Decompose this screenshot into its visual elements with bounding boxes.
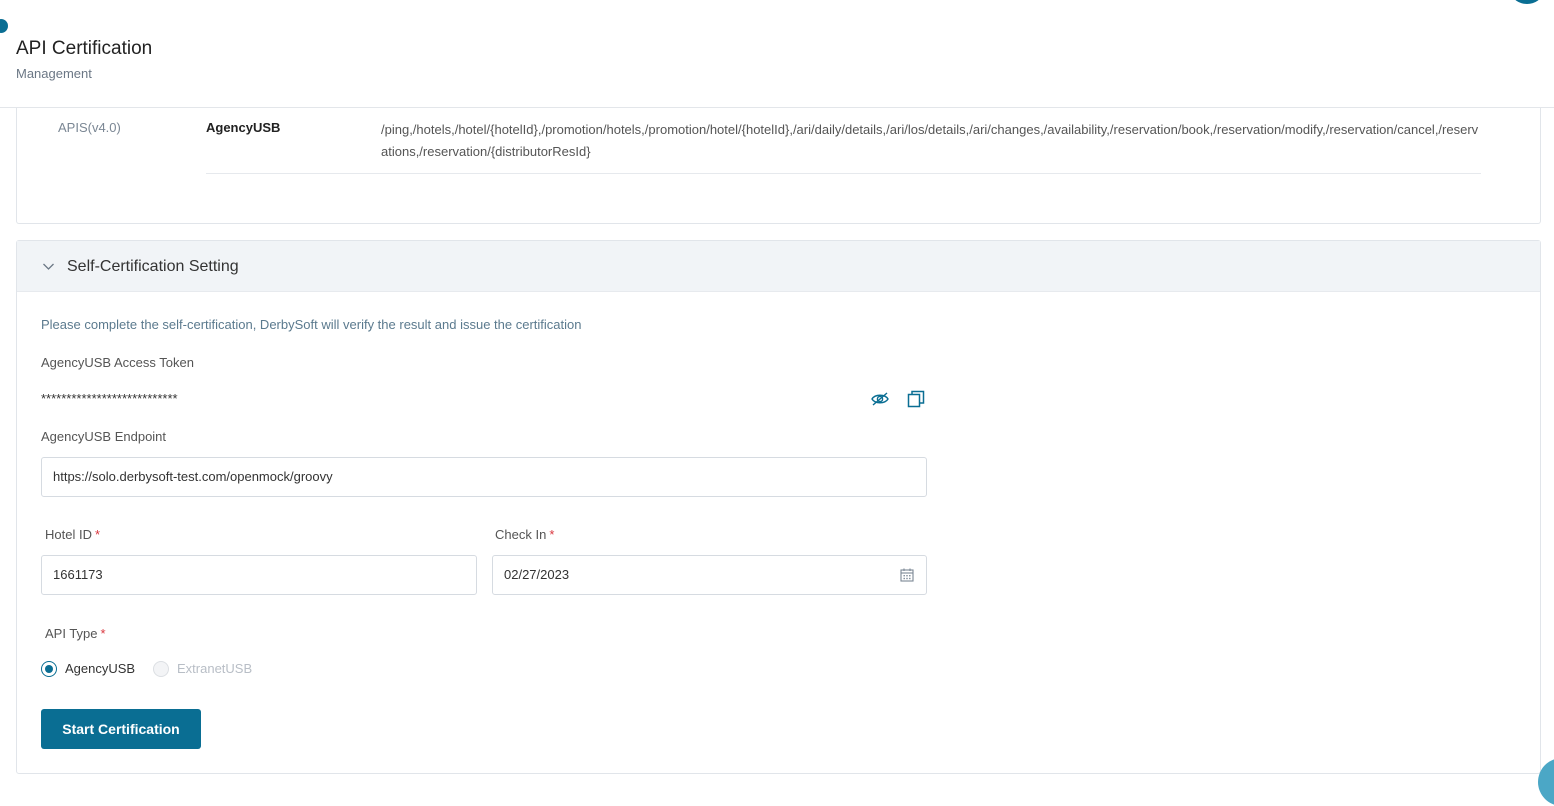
required-mark: *	[100, 626, 106, 641]
top-bar	[0, 0, 1554, 12]
hotel-id-label-text: Hotel ID	[45, 527, 92, 542]
divider	[206, 173, 1481, 174]
copy-icon[interactable]	[906, 389, 926, 409]
required-mark: *	[94, 527, 101, 542]
api-paths: /ping,/hotels,/hotel/{hotelId},/promotio…	[381, 122, 1479, 159]
check-in-label: Check In *	[495, 527, 554, 542]
start-certification-button[interactable]: Start Certification	[41, 709, 201, 749]
endpoint-label: AgencyUSB Endpoint	[41, 429, 167, 444]
radio-extranetusb	[153, 661, 169, 677]
radio-extranetusb-label: ExtranetUSB	[177, 661, 253, 676]
self-certification-card: Self-Certification Setting Please comple…	[16, 240, 1541, 774]
calendar-icon[interactable]	[900, 568, 914, 582]
api-type-label-text: API Type	[45, 626, 98, 641]
self-certification-header[interactable]: Self-Certification Setting	[17, 241, 1540, 292]
api-name: AgencyUSB	[206, 120, 281, 135]
page-header: API Certification Management	[0, 12, 1554, 108]
check-in-label-text: Check In	[495, 527, 547, 542]
certification-notice: Please complete the self-certification, …	[41, 317, 582, 332]
hotel-id-input[interactable]: 1661173	[41, 555, 477, 595]
check-in-value: 02/27/2023	[504, 567, 570, 582]
access-token-value: ***************************	[41, 391, 178, 406]
check-in-input[interactable]: 02/27/2023	[492, 555, 927, 595]
eye-slash-icon[interactable]	[870, 390, 890, 408]
api-type-label: API Type *	[45, 626, 106, 641]
user-avatar[interactable]	[1512, 0, 1542, 4]
access-token-label: AgencyUSB Access Token	[41, 355, 194, 370]
radio-agencyusb[interactable]	[41, 661, 57, 677]
self-certification-title: Self-Certification Setting	[67, 258, 239, 275]
page-subtitle: Management	[16, 66, 92, 81]
api-list-card: APIS(v4.0) AgencyUSB /ping,/hotels,/hote…	[16, 108, 1541, 224]
radio-agencyusb-label[interactable]: AgencyUSB	[65, 661, 135, 677]
required-mark: *	[549, 527, 555, 542]
hotel-id-label: Hotel ID *	[45, 527, 100, 542]
page-title: API Certification	[16, 38, 153, 59]
api-version-label: APIS(v4.0)	[58, 120, 121, 135]
endpoint-input[interactable]: https://solo.derbysoft-test.com/openmock…	[41, 457, 927, 497]
chevron-down-icon[interactable]	[42, 260, 55, 273]
